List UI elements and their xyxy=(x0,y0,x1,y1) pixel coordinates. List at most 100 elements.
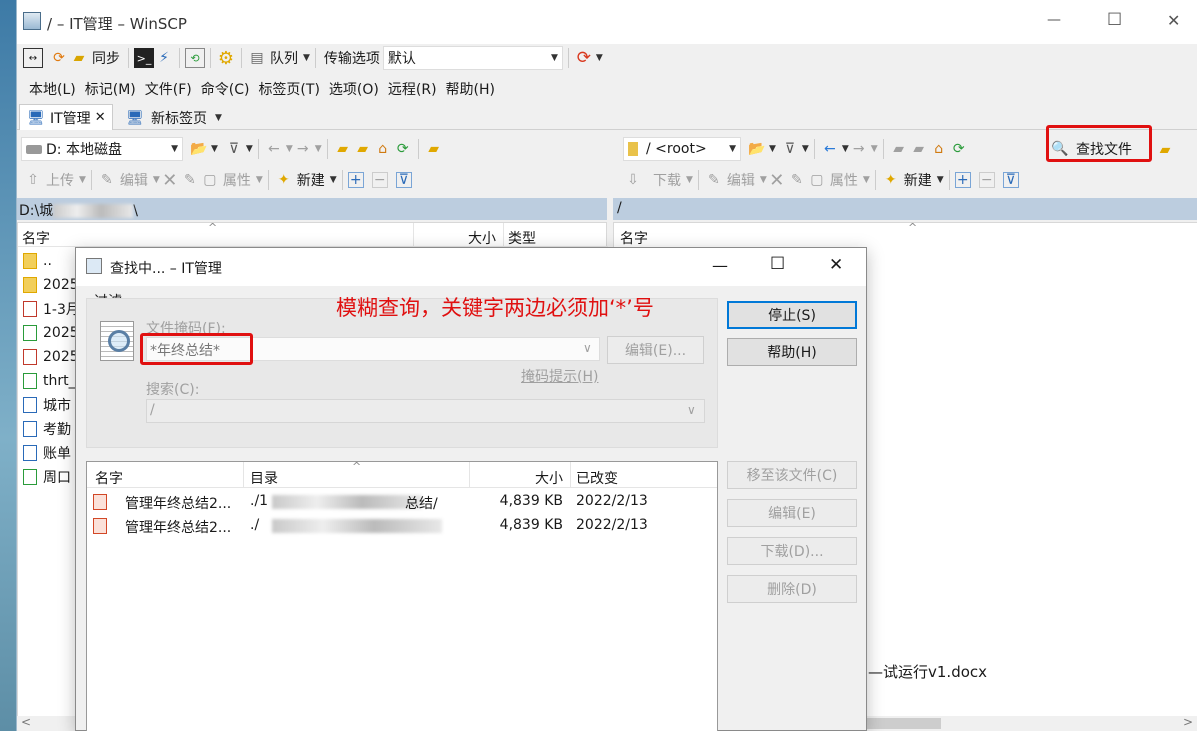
download-icon[interactable]: ⇩ xyxy=(623,170,643,190)
new-button[interactable]: 新建 xyxy=(297,170,325,190)
local-file-row[interactable]: 账单 xyxy=(18,441,71,465)
parent-folder-icon[interactable]: ▰ xyxy=(333,139,353,159)
compare-icon[interactable]: ↔ xyxy=(23,48,43,68)
column-name[interactable]: 名字 xyxy=(95,468,123,488)
search-input[interactable]: / ∨ xyxy=(146,399,705,423)
chevron-down-icon[interactable]: ▼ xyxy=(802,144,809,154)
chevron-down-icon[interactable]: ▼ xyxy=(686,175,693,185)
local-file-row[interactable]: thrt_ xyxy=(18,369,76,393)
find-folders-icon[interactable]: ▰ xyxy=(424,139,444,159)
maximize-button[interactable]: ☐ xyxy=(1107,10,1122,30)
column-directory[interactable]: 目录 xyxy=(250,468,278,488)
menu-item[interactable]: 帮助(H) xyxy=(446,79,495,99)
goto-file-button[interactable]: 移至该文件(C) xyxy=(727,461,857,489)
new-folder-icon[interactable]: ✦ xyxy=(274,170,294,190)
synchronize-icon[interactable]: ⟳ xyxy=(49,48,69,68)
scroll-left-icon[interactable]: < xyxy=(21,715,31,729)
chevron-down-icon[interactable]: ▼ xyxy=(153,175,160,185)
new-folder-icon[interactable]: ✦ xyxy=(881,170,901,190)
dialog-maximize-button[interactable]: ☐ xyxy=(770,254,785,274)
dialog-close-button[interactable]: ✕ xyxy=(829,255,843,275)
properties-icon[interactable]: ▢ xyxy=(807,170,827,190)
upload-icon[interactable]: ⇧ xyxy=(23,170,43,190)
minimize-button[interactable]: — xyxy=(1047,12,1061,28)
column-size[interactable]: 大小 xyxy=(535,468,563,488)
local-file-row[interactable]: 2025 xyxy=(18,345,79,369)
sync-folder-icon[interactable]: ▰ xyxy=(69,48,89,68)
home-icon[interactable]: ⌂ xyxy=(373,139,393,159)
results-list[interactable]: 名字 目录 ^ 大小 已改变 管理年终总结2... ./1 总结/4,839 KB 2… xyxy=(86,460,718,731)
chevron-down-icon[interactable]: ▼ xyxy=(863,175,870,185)
properties-icon[interactable]: ▢ xyxy=(200,170,220,190)
menu-item[interactable]: 本地(L) xyxy=(29,79,76,99)
menu-item[interactable]: 远程(R) xyxy=(388,79,437,99)
local-file-row[interactable]: .. xyxy=(18,249,52,273)
rename-icon[interactable]: ✎ xyxy=(180,170,200,190)
chevron-down-icon[interactable]: ▼ xyxy=(303,53,310,63)
remote-path-select[interactable]: / <root> ▼ xyxy=(623,137,741,161)
close-tab-icon[interactable]: ✕ xyxy=(95,110,106,125)
close-button[interactable]: ✕ xyxy=(1167,11,1180,30)
console-icon[interactable]: >_ xyxy=(134,48,154,68)
local-file-row[interactable]: 周口 xyxy=(18,465,71,489)
select-minus-icon[interactable]: − xyxy=(978,172,995,188)
chevron-down-icon[interactable]: ∨ xyxy=(687,403,696,417)
delete-icon[interactable]: ✕ xyxy=(160,170,180,191)
chevron-down-icon[interactable]: ▼ xyxy=(256,175,263,185)
chevron-down-icon[interactable]: ▼ xyxy=(760,175,767,185)
forward-arrow-icon[interactable]: → xyxy=(293,139,313,159)
select-plus-icon[interactable]: + xyxy=(347,172,364,188)
column-name[interactable]: 名字 xyxy=(22,228,50,248)
download-button[interactable]: 下载 xyxy=(653,170,681,190)
putty-icon[interactable]: ⚡ xyxy=(154,48,174,68)
scroll-right-icon[interactable]: > xyxy=(1183,715,1193,729)
open-folder-icon[interactable]: 📂 xyxy=(189,139,209,159)
result-row[interactable]: 管理年终总结2... ./1 总结/4,839 KB 2022/2/13 xyxy=(87,490,717,514)
properties-button[interactable]: 属性 xyxy=(830,170,858,190)
rename-icon[interactable]: ✎ xyxy=(787,170,807,190)
stop-button[interactable]: 停止(S) xyxy=(727,301,857,329)
edit-icon[interactable]: ✎ xyxy=(97,170,117,190)
root-folder-icon[interactable]: ▰ xyxy=(909,139,929,159)
menu-item[interactable]: 标签页(T) xyxy=(258,79,319,99)
queue-button[interactable]: 队列 xyxy=(270,48,298,68)
help-button[interactable]: 帮助(H) xyxy=(727,338,857,366)
open-folder-icon[interactable]: 📂 xyxy=(747,139,767,159)
local-file-row[interactable]: 2025 xyxy=(18,273,79,297)
column-type[interactable]: 类型 xyxy=(508,228,536,248)
column-name[interactable]: 名字 xyxy=(620,228,648,248)
filter-icon[interactable]: ⊽ xyxy=(224,139,244,159)
menu-item[interactable]: 命令(C) xyxy=(201,79,250,99)
tab-new[interactable]: 🖥 新标签页 ▼ xyxy=(119,106,228,130)
column-changed[interactable]: 已改变 xyxy=(576,468,618,488)
upload-button[interactable]: 上传 xyxy=(46,170,74,190)
back-arrow-icon[interactable]: ← xyxy=(820,139,840,159)
filter-select-icon[interactable]: ⊽ xyxy=(395,172,412,188)
properties-button[interactable]: 属性 xyxy=(223,170,251,190)
sync-button[interactable]: 同步 xyxy=(92,48,120,68)
chevron-down-icon[interactable]: ▼ xyxy=(842,144,849,154)
local-file-row[interactable]: 2025 xyxy=(18,321,79,345)
menu-item[interactable]: 标记(M) xyxy=(85,79,136,99)
delete-result-button[interactable]: 删除(D) xyxy=(727,575,857,603)
dialog-minimize-button[interactable]: — xyxy=(712,256,728,275)
local-file-row[interactable]: 城市 xyxy=(18,393,71,417)
chevron-down-icon[interactable]: ▼ xyxy=(215,113,222,123)
filter-icon[interactable]: ⊽ xyxy=(780,139,800,159)
root-folder-icon[interactable]: ▰ xyxy=(353,139,373,159)
chevron-down-icon[interactable]: ▼ xyxy=(330,175,337,185)
chevron-down-icon[interactable]: ▼ xyxy=(286,144,293,154)
preferences-gear-icon[interactable]: ⚙ xyxy=(216,48,236,69)
remote-find-folders-icon[interactable]: ▰ xyxy=(1155,140,1175,160)
chevron-down-icon[interactable]: ▼ xyxy=(871,144,878,154)
local-file-row[interactable]: 考勤 xyxy=(18,417,71,441)
menu-item[interactable]: 选项(O) xyxy=(329,79,379,99)
edit-result-button[interactable]: 编辑(E) xyxy=(727,499,857,527)
forward-arrow-icon[interactable]: → xyxy=(849,139,869,159)
edit-button[interactable]: 编辑 xyxy=(120,170,148,190)
chevron-down-icon[interactable]: ▼ xyxy=(211,144,218,154)
select-minus-icon[interactable]: − xyxy=(371,172,388,188)
local-drive-select[interactable]: D: 本地磁盘 ▼ xyxy=(21,137,183,161)
back-arrow-icon[interactable]: ← xyxy=(264,139,284,159)
delete-icon[interactable]: ✕ xyxy=(767,170,787,191)
